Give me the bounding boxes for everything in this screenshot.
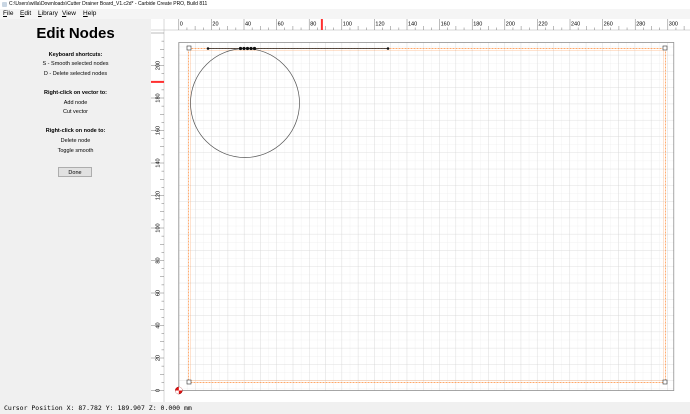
grid-major [178, 42, 674, 391]
origin-icon [175, 386, 183, 395]
top-ruler-label: 60 [278, 22, 284, 28]
left-ruler-label: 100 [156, 223, 162, 232]
keyboard-shortcuts-heading: Keyboard shortcuts: [48, 52, 103, 58]
menu-view[interactable]: View [62, 9, 76, 19]
left-ruler-label: 120 [156, 191, 162, 200]
top-ruler-label: 160 [441, 22, 450, 28]
shortcut-delete-text: D - Delete selected nodes [43, 71, 108, 77]
menu-file[interactable]: File [3, 9, 14, 19]
top-ruler-label: 100 [343, 22, 352, 28]
node-toggle-smooth-text: Toggle smooth [57, 148, 94, 154]
window-title: C:\Users\willa\Downloads\Cutter Drainer … [9, 1, 208, 7]
stock-corner-handle[interactable] [662, 45, 668, 51]
top-ruler-label: 80 [310, 22, 316, 28]
shortcut-smooth-text: S - Smooth selected nodes [42, 61, 109, 67]
left-ruler-label: 0 [156, 389, 162, 392]
menu-bar: File Edit Library View Help [0, 9, 690, 19]
vector-cut-text: Cut vector [62, 109, 89, 115]
vector-node[interactable] [386, 47, 390, 50]
left-ruler-label: 160 [156, 126, 162, 135]
top-ruler-label: 260 [604, 22, 613, 28]
node-menu-heading: Right-click on node to: [45, 128, 106, 134]
top-ruler-label: 40 [245, 22, 251, 28]
vector-node[interactable] [245, 46, 250, 51]
top-ruler-label: 220 [538, 22, 547, 28]
vector-menu-heading: Right-click on vector to: [44, 90, 107, 96]
vector-node[interactable] [249, 46, 253, 51]
left-ruler-label: 140 [156, 158, 162, 167]
top-ruler-label: 200 [506, 22, 515, 28]
cursor-x-marker [320, 19, 323, 30]
top-ruler-label: 240 [571, 22, 580, 28]
top-ruler-label: 180 [473, 22, 482, 28]
status-bar: Cursor Position X: 87.782 Y: 189.907 Z: … [0, 402, 690, 414]
vector-node[interactable] [238, 46, 243, 51]
left-ruler-label: 80 [156, 257, 162, 263]
vector-node[interactable] [252, 46, 257, 51]
stock-corner-handle[interactable] [186, 379, 192, 385]
done-button[interactable]: Done [58, 167, 92, 177]
top-ruler-label: 0 [180, 22, 183, 28]
node-delete-text: Delete node [60, 138, 91, 144]
menu-edit[interactable]: Edit [20, 9, 31, 19]
vector-node[interactable] [242, 46, 246, 51]
left-ruler-label: 60 [156, 290, 162, 296]
top-ruler-label: 140 [408, 22, 417, 28]
top-ruler-label: 120 [375, 22, 384, 28]
canvas-svg[interactable]: 0 20 40 60 80 100 120 140 160 180 200 220 240 260 280 3… [151, 19, 690, 402]
menu-library[interactable]: Library [38, 9, 58, 19]
vector-node[interactable] [206, 47, 210, 50]
left-ruler-label: 20 [156, 355, 162, 361]
stock-corner-handle[interactable] [186, 45, 192, 51]
vector-add-node-text: Add node [63, 100, 88, 106]
edit-nodes-panel: Edit Nodes Keyboard shortcuts: S - Smoot… [0, 19, 151, 402]
left-ruler-label: 180 [156, 93, 162, 102]
menu-help[interactable]: Help [83, 9, 96, 19]
stock-corner-handle[interactable] [662, 379, 668, 385]
top-ruler-label: 280 [636, 22, 645, 28]
cursor-y-marker [151, 80, 164, 83]
cursor-position-text: Cursor Position X: 87.782 Y: 189.907 Z: … [4, 404, 192, 412]
left-ruler-label: 200 [156, 61, 162, 70]
title-bar: C:\Users\willa\Downloads\Cutter Drainer … [0, 0, 690, 9]
left-ruler-label: 40 [156, 322, 162, 328]
top-ruler-label: 300 [669, 22, 678, 28]
top-ruler-label: 20 [212, 22, 218, 28]
left-ruler [151, 19, 164, 402]
app-icon [2, 2, 7, 7]
design-canvas[interactable]: 0 20 40 60 80 100 120 140 160 180 200 220 240 260 280 3… [151, 19, 690, 402]
panel-title: Edit Nodes [36, 25, 115, 42]
